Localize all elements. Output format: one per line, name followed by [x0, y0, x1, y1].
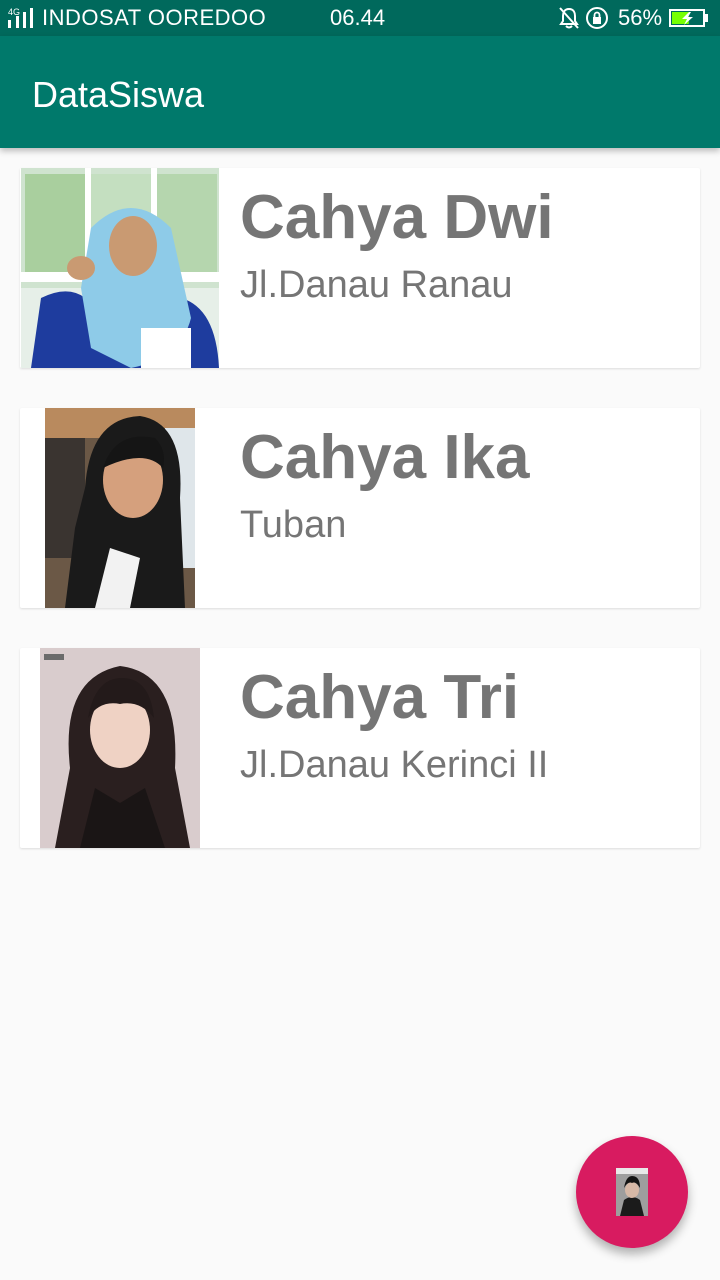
student-name: Cahya Dwi: [240, 183, 554, 252]
student-address: Jl.Danau Kerinci II: [240, 744, 549, 786]
student-photo: [40, 648, 200, 848]
student-address: Tuban: [240, 504, 347, 546]
bell-off-icon: [559, 7, 579, 29]
app-bar: DataSiswa: [0, 36, 720, 148]
network-type-label: 4G: [8, 7, 20, 17]
student-photo: [45, 408, 195, 608]
student-address: Jl.Danau Ranau: [240, 264, 513, 306]
student-card[interactable]: Cahya Tri Jl.Danau Kerinci II: [20, 648, 700, 848]
status-bar: 4G INDOSAT OOREDOO 06.44 56%: [0, 0, 720, 36]
carrier-name: INDOSAT OOREDOO: [42, 5, 267, 30]
app-title: DataSiswa: [32, 74, 205, 115]
signal-icon: 4G: [8, 7, 33, 28]
status-time: 06.44: [330, 5, 386, 30]
student-photo: [21, 168, 219, 368]
student-name: Cahya Tri: [240, 663, 520, 732]
rotation-lock-icon: [586, 7, 608, 29]
student-card[interactable]: Cahya Dwi Jl.Danau Ranau: [20, 168, 700, 368]
battery-charging-icon: [669, 9, 708, 27]
battery-percent: 56%: [618, 5, 663, 30]
student-name: Cahya Ika: [240, 423, 530, 492]
person-photo-icon: [616, 1168, 648, 1216]
add-student-button[interactable]: [576, 1136, 688, 1248]
student-card[interactable]: Cahya Ika Tuban: [20, 408, 700, 608]
